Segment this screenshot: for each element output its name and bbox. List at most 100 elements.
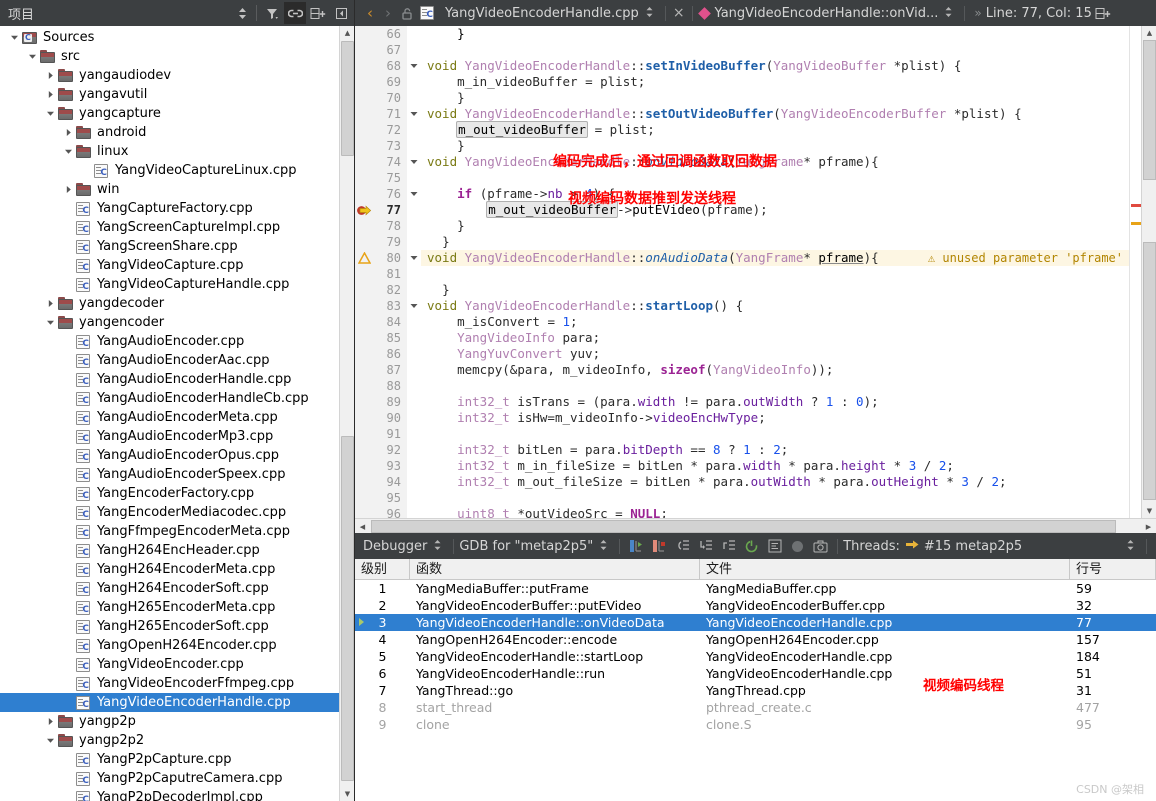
table-row[interactable]: 1 YangMediaBuffer::putFrame YangMediaBuffe…: [355, 580, 1156, 597]
code-text-area[interactable]: 66 } 67 68 void YangVideoEncoderHandle::se…: [355, 26, 1129, 518]
code-line[interactable]: 70 }: [355, 90, 1129, 106]
code-line[interactable]: 93 int32_t m_in_fileSize = bitLen * para…: [355, 458, 1129, 474]
threads-dropdown-icon[interactable]: [1120, 539, 1141, 554]
navigate-forward-icon[interactable]: ›: [379, 2, 397, 24]
chevron-down-icon[interactable]: [44, 107, 57, 120]
collapse-panel-icon[interactable]: [330, 2, 352, 24]
tree-item-sources[interactable]: C Sources: [0, 28, 339, 47]
code-line[interactable]: 84 m_isConvert = 1;: [355, 314, 1129, 330]
symbol-dropdown-icon[interactable]: [938, 6, 959, 21]
tree-item-yangvideoencoderhandle-cpp[interactable]: C YangVideoEncoderHandle.cpp: [0, 693, 339, 712]
chevron-right-icon[interactable]: [62, 126, 75, 139]
editor-marker-bar[interactable]: [1129, 26, 1141, 518]
tree-item-yangvideocapturelinux-cpp[interactable]: C YangVideoCaptureLinux.cpp: [0, 161, 339, 180]
code-line[interactable]: 86 YangYuvConvert yuv;: [355, 346, 1129, 362]
code-line[interactable]: 72 m_out_videoBuffer = plist;: [355, 121, 1129, 138]
table-row[interactable]: 8 start_thread pthread_create.c 477: [355, 699, 1156, 716]
code-line[interactable]: 96 uint8_t *outVideoSrc = NULL;: [355, 506, 1129, 518]
chevron-right-icon[interactable]: [62, 183, 75, 196]
fold-arrow-icon[interactable]: [407, 298, 421, 314]
tree-item-yangp2pcaputrecamera-cpp[interactable]: C YangP2pCaputreCamera.cpp: [0, 769, 339, 788]
tree-item-yangvideocapture-cpp[interactable]: C YangVideoCapture.cpp: [0, 256, 339, 275]
tree-item-yangp2p[interactable]: yangp2p: [0, 712, 339, 731]
code-line[interactable]: 68 void YangVideoEncoderHandle::setInVide…: [355, 58, 1129, 74]
chevron-down-icon[interactable]: [26, 50, 39, 63]
tree-item-yangaudioencodermeta-cpp[interactable]: C YangAudioEncoderMeta.cpp: [0, 408, 339, 427]
table-row[interactable]: 7 YangThread::go YangThread.cpp 31: [355, 682, 1156, 699]
tree-item-yangh264encodersoft-cpp[interactable]: C YangH264EncoderSoft.cpp: [0, 579, 339, 598]
tree-item-yangaudioencoderspeex-cpp[interactable]: C YangAudioEncoderSpeex.cpp: [0, 465, 339, 484]
editor-vertical-scrollbar[interactable]: ▲ ▼: [1141, 26, 1156, 518]
navigate-back-icon[interactable]: ‹: [361, 2, 379, 24]
tree-item-yangp2pdecoderimpl-cpp[interactable]: C YangP2pDecoderImpl.cpp: [0, 788, 339, 801]
code-line[interactable]: 81: [355, 266, 1129, 282]
tree-item-yangaudioencoderaac-cpp[interactable]: C YangAudioEncoderAac.cpp: [0, 351, 339, 370]
column-header-line[interactable]: 行号: [1070, 559, 1156, 580]
code-line[interactable]: 75: [355, 170, 1129, 186]
code-line[interactable]: 76 if (pframe->nb > 4) {: [355, 186, 1129, 202]
tree-item-yangavutil[interactable]: yangavutil: [0, 85, 339, 104]
screenshot-icon[interactable]: [810, 536, 831, 557]
tree-item-src[interactable]: src: [0, 47, 339, 66]
editor-symbol-label[interactable]: YangVideoEncoderHandle::onVid...: [715, 6, 939, 21]
editor-filename[interactable]: YangVideoEncoderHandle.cpp: [445, 6, 639, 21]
tree-item-yangaudioencoderhandle-cpp[interactable]: C YangAudioEncoderHandle.cpp: [0, 370, 339, 389]
code-line[interactable]: 80 void YangVideoEncoderHandle::onAudioDa…: [355, 250, 1129, 266]
code-line[interactable]: 71 void YangVideoEncoderHandle::setOutVid…: [355, 106, 1129, 122]
tree-item-linux[interactable]: linux: [0, 142, 339, 161]
link-icon[interactable]: [284, 2, 306, 24]
code-line[interactable]: 88: [355, 378, 1129, 394]
sort-toggle-icon[interactable]: [231, 2, 253, 24]
editor-hscroll-thumb[interactable]: [371, 520, 1116, 533]
split-editor-icon[interactable]: [1092, 7, 1114, 20]
tree-item-yangh264encheader-cpp[interactable]: C YangH264EncHeader.cpp: [0, 541, 339, 560]
code-line[interactable]: 87 memcpy(&para, m_videoInfo, sizeof(Yan…: [355, 362, 1129, 378]
stop-debug-icon[interactable]: [649, 536, 670, 557]
code-line[interactable]: 66 }: [355, 26, 1129, 42]
fold-arrow-icon[interactable]: [407, 106, 421, 122]
scroll-down-icon[interactable]: ▼: [340, 787, 354, 801]
lock-icon[interactable]: [397, 7, 417, 20]
code-line[interactable]: 85 YangVideoInfo para;: [355, 330, 1129, 346]
tree-item-yangffmpegencodermeta-cpp[interactable]: C YangFfmpegEncoderMeta.cpp: [0, 522, 339, 541]
chevron-right-icon[interactable]: [44, 297, 57, 310]
fold-arrow-icon[interactable]: [407, 154, 421, 170]
tree-item-yangcapturefactory-cpp[interactable]: C YangCaptureFactory.cpp: [0, 199, 339, 218]
restart-debug-icon[interactable]: [741, 536, 762, 557]
editor-scroll-thumb-lower[interactable]: [1143, 242, 1156, 500]
editor-scroll-up-icon[interactable]: ▲: [1142, 26, 1156, 40]
tree-item-yangvideoencoderffmpeg-cpp[interactable]: C YangVideoEncoderFfmpeg.cpp: [0, 674, 339, 693]
chevron-down-icon[interactable]: [44, 734, 57, 747]
chevron-down-icon[interactable]: [62, 145, 75, 158]
execution-pointer-icon[interactable]: [355, 202, 373, 218]
code-line[interactable]: 91: [355, 426, 1129, 442]
table-row[interactable]: 9 clone clone.S 95: [355, 716, 1156, 733]
warning-marker[interactable]: [1131, 222, 1141, 225]
editor-horizontal-scrollbar[interactable]: ◀ ▶: [355, 518, 1156, 533]
debugger-config-label[interactable]: GDB for "metap2p5": [459, 539, 593, 554]
tree-item-yangp2pcapture-cpp[interactable]: C YangP2pCapture.cpp: [0, 750, 339, 769]
tree-item-yangh265encodersoft-cpp[interactable]: C YangH265EncoderSoft.cpp: [0, 617, 339, 636]
tree-item-yangaudioencoder-cpp[interactable]: C YangAudioEncoder.cpp: [0, 332, 339, 351]
column-header-function[interactable]: 函数: [410, 559, 700, 580]
project-tree-scrollbar[interactable]: ▲ ▼: [339, 26, 354, 801]
code-line[interactable]: 90 int32_t isHw=m_videoInfo->videoEncHwT…: [355, 410, 1129, 426]
code-line[interactable]: 78 }: [355, 218, 1129, 234]
tree-item-yangh265encodermeta-cpp[interactable]: C YangH265EncoderMeta.cpp: [0, 598, 339, 617]
tree-item-yangaudiodev[interactable]: yangaudiodev: [0, 66, 339, 85]
code-line[interactable]: 79 }: [355, 234, 1129, 250]
editor-scroll-right-icon[interactable]: ▶: [1141, 519, 1156, 534]
step-into-icon[interactable]: [695, 536, 716, 557]
column-header-file[interactable]: 文件: [700, 559, 1070, 580]
tree-item-yangdecoder[interactable]: yangdecoder: [0, 294, 339, 313]
tree-item-yangcapture[interactable]: yangcapture: [0, 104, 339, 123]
error-marker[interactable]: [1131, 204, 1141, 207]
tree-item-yangaudioencodermp3-cpp[interactable]: C YangAudioEncoderMp3.cpp: [0, 427, 339, 446]
code-line[interactable]: 95: [355, 490, 1129, 506]
code-line[interactable]: 94 int32_t m_out_fileSize = bitLen * par…: [355, 474, 1129, 490]
code-line[interactable]: 92 int32_t bitLen = para.bitDepth == 8 ?…: [355, 442, 1129, 458]
debugger-view-dropdown-icon[interactable]: [427, 539, 448, 554]
project-tree[interactable]: C Sources src yangaudiodev yangavutil yangcap…: [0, 26, 339, 801]
code-line[interactable]: 69 m_in_videoBuffer = plist;: [355, 74, 1129, 90]
chevron-right-icon[interactable]: [44, 88, 57, 101]
